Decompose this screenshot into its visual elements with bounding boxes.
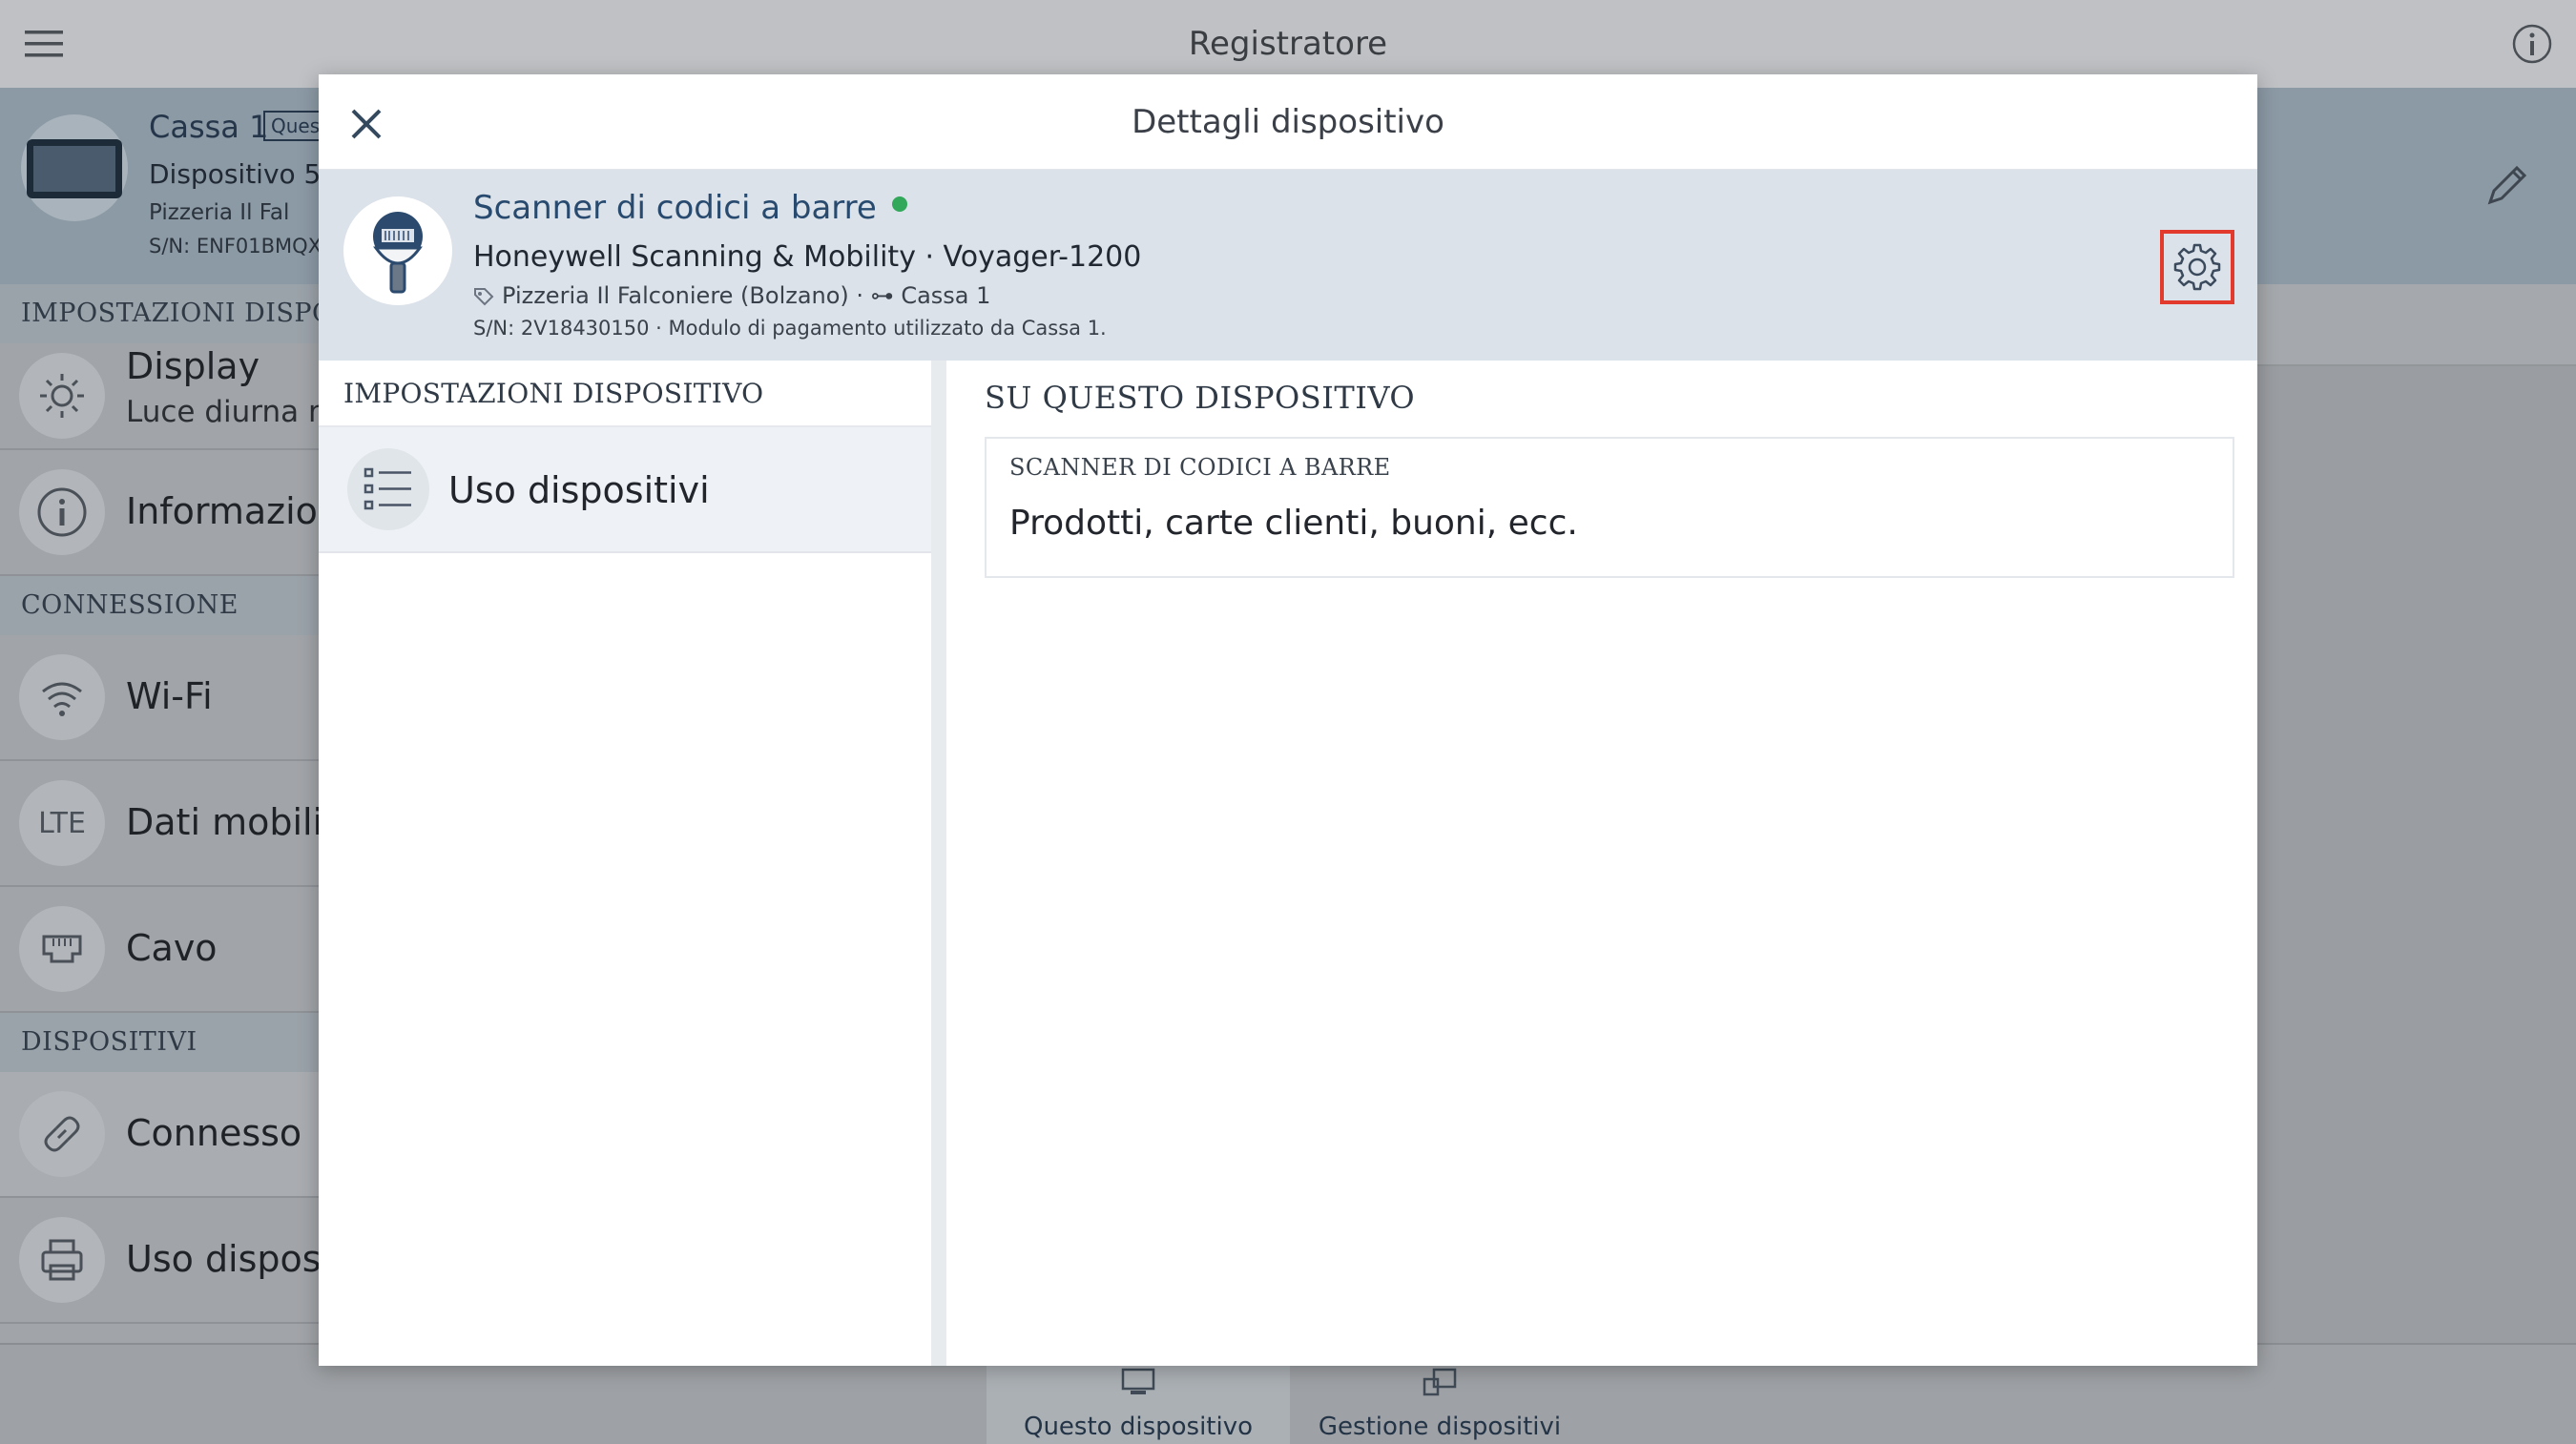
settings-item-device-usage[interactable]: Uso dispositivi: [319, 427, 931, 553]
barcode-scanner-icon: [373, 212, 423, 294]
sidebar-item-label: Wi-Fi: [126, 675, 213, 717]
register-serial: S/N: ENF01BMQXI: [149, 235, 328, 258]
device-settings-button[interactable]: [2160, 230, 2234, 304]
register-location: Pizzeria Il Fal: [149, 200, 290, 225]
section-device-settings: IMPOSTAZIONI DISPOS: [0, 284, 324, 343]
info-icon[interactable]: [2511, 23, 2553, 65]
sidebar-item-mobile-data[interactable]: LTE Dati mobili: [0, 761, 324, 887]
tab-label: Questo dispositivo: [1023, 1413, 1254, 1441]
sidebar-item-label: Dati mobili: [126, 801, 323, 843]
device-serial: S/N: 2V18430150 · Modulo di pagamento ut…: [473, 317, 1107, 340]
printer-icon: [19, 1217, 105, 1303]
sidebar-item-label: Display: [126, 345, 260, 387]
settings-sidebar: IMPOSTAZIONI DISPOS Display Luce diurna …: [0, 284, 345, 1343]
gear-icon: [2173, 243, 2221, 291]
register-tab-icon: [1121, 1368, 1155, 1394]
list-icon: [347, 448, 429, 530]
register-screen-icon: [27, 139, 122, 198]
device-name-text: Scanner di codici a barre: [473, 189, 877, 227]
sidebar-item-label: Informazion: [126, 490, 342, 532]
settings-item-label: Uso dispositivi: [448, 469, 710, 511]
device-details-modal: Dettagli dispositivo Scanner di codici a…: [319, 74, 2257, 1366]
pencil-icon[interactable]: [2481, 158, 2534, 212]
register-avatar: [21, 114, 128, 221]
about-device-heading: SU QUESTO DISPOSITIVO: [985, 380, 1416, 416]
info-circle-icon: [19, 469, 105, 555]
ethernet-icon: [19, 906, 105, 992]
modal-header: Dettagli dispositivo: [319, 74, 2257, 170]
device-settings-heading: IMPOSTAZIONI DISPOSITIVO: [319, 361, 931, 427]
sidebar-item-info[interactable]: Informazion: [0, 450, 341, 576]
sidebar-item-cable[interactable]: Cavo: [0, 887, 324, 1013]
device-settings-column: IMPOSTAZIONI DISPOSITIVO Uso dispositivi: [319, 361, 946, 1366]
sidebar-item-label: Connesso: [126, 1112, 302, 1154]
device-model: Honeywell Scanning & Mobility · Voyager-…: [473, 240, 1142, 274]
about-device-column: SU QUESTO DISPOSITIVO SCANNER DI CODICI …: [962, 361, 2257, 1366]
usage-card-value: Prodotti, carte clienti, buoni, ecc.: [1009, 504, 1578, 543]
sidebar-item-wifi[interactable]: Wi-Fi: [0, 635, 324, 761]
sidebar-item-connected[interactable]: Connesso: [0, 1072, 324, 1198]
sidebar-item-sublabel: Luce diurna no: [126, 395, 345, 429]
device-thumbnail: [343, 196, 452, 305]
sidebar-item-device-usage[interactable]: Uso disposit: [0, 1198, 345, 1324]
section-devices: DISPOSITIVI: [0, 1013, 324, 1072]
app-title: Registratore: [1188, 25, 1388, 63]
content-row: [2257, 284, 2576, 366]
register-device-label: Dispositivo 59: [149, 158, 339, 190]
usage-card-key: SCANNER DI CODICI A BARRE: [1009, 454, 1391, 481]
link-icon: [19, 1091, 105, 1177]
online-status-dot: [891, 196, 907, 212]
sidebar-item-label: Cavo: [126, 927, 218, 969]
hamburger-menu-icon[interactable]: [23, 25, 65, 63]
device-location-text: Pizzeria Il Falconiere (Bolzano) · ⊶ Cas…: [502, 282, 991, 309]
close-icon[interactable]: [347, 105, 385, 143]
modal-title: Dettagli dispositivo: [1132, 102, 1444, 141]
sidebar-item-display[interactable]: Display Luce diurna no: [0, 343, 345, 450]
tab-label: Gestione dispositivi: [1318, 1413, 1562, 1441]
sidebar-item-label: Uso disposit: [126, 1238, 346, 1280]
wifi-icon: [19, 654, 105, 740]
device-usage-card: SCANNER DI CODICI A BARRE Prodotti, cart…: [985, 437, 2234, 578]
sun-icon: [19, 353, 105, 439]
device-summary-card: Scanner di codici a barre Honeywell Scan…: [319, 170, 2257, 361]
device-name: Scanner di codici a barre: [473, 189, 907, 227]
lte-icon: LTE: [19, 780, 105, 866]
device-location: Pizzeria Il Falconiere (Bolzano) · ⊶ Cas…: [473, 282, 990, 309]
lte-icon-text: LTE: [38, 806, 86, 840]
section-connection: CONNESSIONE: [0, 576, 324, 635]
register-name: Cassa 1: [149, 109, 269, 145]
devices-tab-icon: [1423, 1368, 1457, 1396]
store-tag-icon: [474, 288, 494, 306]
